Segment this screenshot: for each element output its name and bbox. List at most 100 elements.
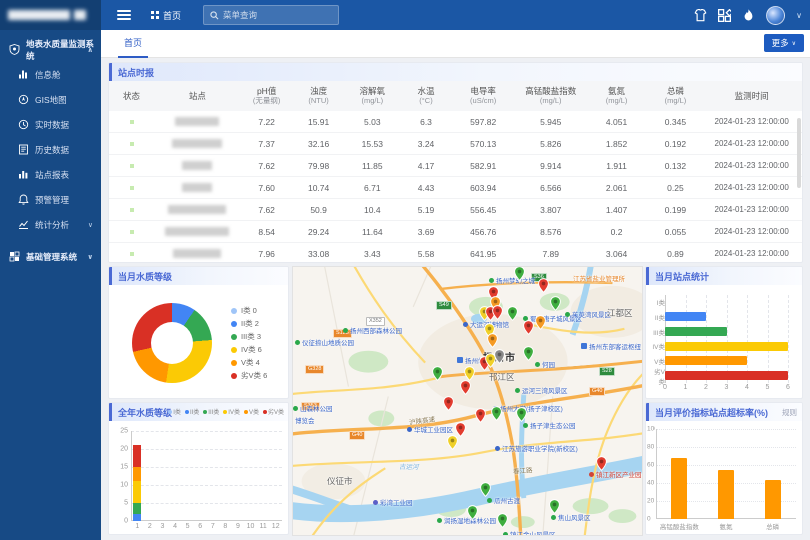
y-axis-tick: 20: [120, 446, 128, 453]
report-table-body: 7.2215.915.036.3597.825.9454.0510.345202…: [109, 111, 802, 263]
sidebar-item-预警管理[interactable]: 预警管理: [0, 187, 101, 212]
map-marker-pin[interactable]: [494, 349, 505, 364]
map-label-text: 仪征市: [327, 475, 353, 487]
user-menu-chevron-down-icon[interactable]: ∨: [796, 11, 802, 20]
value-cell: 3.43: [345, 249, 400, 259]
y-axis-tick: 80: [647, 444, 655, 451]
category-label: 劣V类: [648, 366, 665, 386]
column-unit: (无量纲): [253, 96, 281, 106]
map-marker-pin[interactable]: [549, 499, 560, 514]
value-cell: 9.914: [514, 161, 587, 171]
column-header-溶解氧: 溶解氧(mg/L): [345, 86, 400, 106]
table-row[interactable]: 7.6250.910.45.19556.453.8071.4070.199202…: [109, 199, 802, 221]
map-marker-pin[interactable]: [535, 315, 546, 330]
sidebar-group-water-system[interactable]: 地表水质量监测系统∧: [0, 37, 101, 62]
value-cell: 7.62: [241, 161, 293, 171]
map-marker-pin[interactable]: [523, 320, 534, 335]
map-marker-pin[interactable]: [460, 380, 471, 395]
poi-icon: [407, 427, 412, 432]
map-marker-pin[interactable]: [516, 407, 527, 422]
value-cell: 1.911: [587, 161, 646, 171]
map-marker-pin[interactable]: [507, 306, 518, 321]
legend-item[interactable]: V类 4: [231, 356, 267, 369]
map-marker-pin[interactable]: [596, 456, 607, 471]
table-row[interactable]: 7.9633.083.435.58641.957.893.0640.892024…: [109, 243, 802, 263]
map-marker-pin[interactable]: [491, 406, 502, 421]
tab-home[interactable]: 首页: [118, 30, 148, 58]
map-marker-pin[interactable]: [475, 408, 486, 423]
sidebar-item-统计分析[interactable]: 统计分析∨: [0, 212, 101, 237]
table-row[interactable]: 7.2215.915.036.3597.825.9454.0510.345202…: [109, 111, 802, 133]
map-marker-pin[interactable]: [447, 435, 458, 450]
sidebar-item-信息舱[interactable]: 信息舱: [0, 62, 101, 87]
theme-shirt-icon[interactable]: [694, 9, 707, 22]
map-marker-pin[interactable]: [464, 366, 475, 381]
value-cell: 570.13: [452, 139, 514, 149]
hamburger-menu-icon[interactable]: [117, 10, 131, 20]
map-marker-pin[interactable]: [514, 266, 525, 281]
breadcrumb-home[interactable]: 首页: [151, 9, 181, 22]
table-row[interactable]: 7.3732.1615.533.24570.135.8261.8520.1922…: [109, 133, 802, 155]
gis-map[interactable]: S49X352S125G328S353G40G40S28S36扬州梦幻之城江苏省…: [292, 266, 643, 536]
table-row[interactable]: 7.6010.746.714.43603.946.5662.0610.25202…: [109, 177, 802, 199]
map-marker-pin[interactable]: [487, 333, 498, 348]
legend-item[interactable]: IV类 6: [231, 343, 267, 356]
table-scrollbar[interactable]: [797, 118, 801, 188]
value-cell: 2.061: [587, 183, 646, 193]
value-cell: 4.17: [400, 161, 452, 171]
legend-item[interactable]: 劣V类: [263, 407, 284, 416]
rules-link[interactable]: 规则: [782, 407, 797, 418]
user-avatar[interactable]: [766, 6, 785, 25]
menu-search-input[interactable]: 菜单查询: [203, 5, 339, 25]
map-marker-pin[interactable]: [550, 296, 561, 311]
table-row[interactable]: 8.5429.2411.643.69456.768.5760.20.055202…: [109, 221, 802, 243]
map-marker-pin[interactable]: [432, 366, 443, 381]
bar-劣V类: [665, 371, 788, 380]
section-header: 当月评价指标站点超标率(%) 规则: [646, 403, 802, 421]
column-name: 高锰酸盐指数: [525, 86, 576, 96]
value-cell: 6.71: [345, 183, 400, 193]
value-cell: 3.24: [400, 139, 452, 149]
map-marker-pin[interactable]: [492, 305, 503, 320]
map-label-text: 镇江金山风景区: [510, 529, 556, 536]
gridline: [656, 429, 796, 430]
value-cell: 50.9: [293, 205, 345, 215]
poi-icon: [463, 322, 468, 327]
map-marker-pin[interactable]: [467, 505, 478, 520]
map-marker-pin[interactable]: [443, 396, 454, 411]
more-button[interactable]: 更多 ∨: [764, 34, 804, 52]
legend-item[interactable]: II类: [185, 407, 199, 416]
sidebar-item-站点报表[interactable]: 站点报表: [0, 162, 101, 187]
sidebar-group-base-system[interactable]: 基础管理系统∨: [0, 244, 101, 269]
layout-icon[interactable]: [718, 9, 731, 22]
column-header-状态: 状态: [109, 91, 154, 101]
value-cell: 10.74: [293, 183, 345, 193]
sidebar-item-实时数据[interactable]: 实时数据: [0, 112, 101, 137]
legend-item[interactable]: IV类: [223, 407, 240, 416]
chevron-down-icon: ∨: [87, 253, 93, 261]
legend-item[interactable]: III类: [203, 407, 219, 416]
value-cell: 641.95: [452, 249, 514, 259]
flame-icon[interactable]: [742, 9, 755, 22]
map-marker-pin[interactable]: [523, 346, 534, 361]
map-label-text: 华城工业园区: [414, 424, 453, 434]
legend-item[interactable]: I类: [168, 407, 181, 416]
legend-item[interactable]: 劣V类 6: [231, 369, 267, 382]
station-name-redacted: [165, 227, 229, 236]
poi-icon: [551, 515, 556, 520]
table-row[interactable]: 7.6279.9811.854.17582.919.9141.9110.1322…: [109, 155, 802, 177]
sidebar-item-历史数据[interactable]: 历史数据: [0, 137, 101, 162]
map-marker-pin[interactable]: [497, 513, 508, 528]
legend-item[interactable]: V类: [244, 407, 259, 416]
value-cell: 32.16: [293, 139, 345, 149]
legend-swatch: [223, 410, 227, 414]
legend-item[interactable]: II类 2: [231, 317, 267, 330]
legend-swatch: [231, 373, 237, 379]
gridline: [131, 431, 282, 432]
legend-item[interactable]: III类 3: [231, 330, 267, 343]
tabbar: 首页 更多 ∨: [101, 30, 810, 58]
map-marker-pin[interactable]: [538, 278, 549, 293]
map-marker-pin[interactable]: [480, 482, 491, 497]
legend-item[interactable]: I类 0: [231, 304, 267, 317]
sidebar-item-GIS地图[interactable]: GIS地图: [0, 87, 101, 112]
